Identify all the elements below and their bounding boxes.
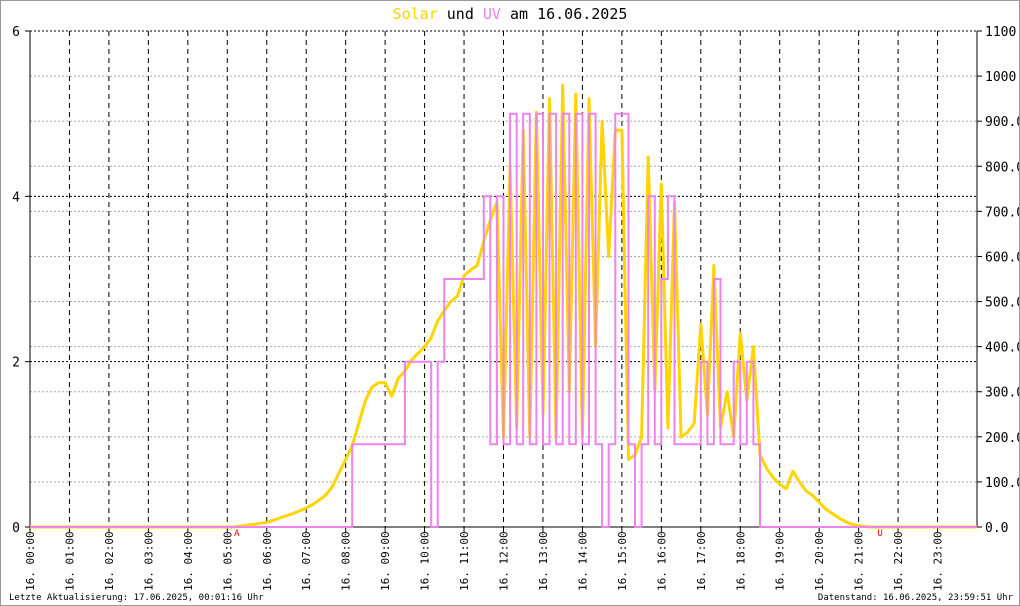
x-tick-label: 16. 19:00 (774, 531, 787, 591)
right-tick-label: 700.0 (985, 205, 1020, 220)
x-tick-label: 16. 03:00 (142, 531, 155, 591)
x-tick-label: 16. 20:00 (813, 531, 826, 591)
x-tick-label: 16. 17:00 (695, 531, 708, 591)
x-tick-label: 16. 00:00 (24, 531, 37, 591)
right-tick-label: 500.0 (985, 296, 1020, 311)
left-tick-label: 2 (12, 356, 20, 371)
last-update-text: Letzte Aktualisierung: 17.06.2025, 00:01… (9, 593, 264, 603)
x-tick-label: 16. 16:00 (655, 531, 668, 591)
chart-container: Solar und UV am 16.06.2025 0.0100.0200.0… (0, 0, 1020, 606)
x-tick-label: 16. 07:00 (300, 531, 313, 591)
x-tick-label: 16. 06:00 (261, 531, 274, 591)
left-tick-label: 6 (12, 25, 20, 40)
right-tick-label: 100.0 (985, 476, 1020, 491)
right-tick-label: 200.0 (985, 431, 1020, 446)
x-tick-label: 16. 22:00 (892, 531, 905, 591)
x-tick-label: 16. 04:00 (182, 531, 195, 591)
x-tick-label: 16. 12:00 (498, 531, 511, 591)
x-tick-label: 16. 23:00 (932, 531, 945, 591)
x-tick-label: 16. 10:00 (419, 531, 432, 591)
x-tick-label: 16. 02:00 (103, 531, 116, 591)
right-tick-label: 0.0 (985, 521, 1008, 536)
x-tick-label: 16. 15:00 (616, 531, 629, 591)
plot-area: 0.0 100.0 200.0 300.0 400.0 500.0 600.0 700.0 80… (12, 25, 1020, 591)
x-tick-label: 16. 18:00 (734, 531, 747, 591)
x-tick-label: 16. 01:00 (63, 531, 76, 591)
data-state-text: Datenstand: 16.06.2025, 23:59:51 Uhr (817, 593, 1013, 603)
x-tick-label: 16. 13:00 (537, 531, 550, 591)
x-tick-label: 16. 09:00 (379, 531, 392, 591)
right-tick-label: 600.0 (985, 250, 1020, 265)
right-tick-label: 300.0 (985, 386, 1020, 401)
x-tick-label: 16. 14:00 (576, 531, 589, 591)
x-tick-label: 16. 21:00 (853, 531, 866, 591)
sun-marker-u: U (877, 529, 882, 539)
sun-marker-a: A (234, 529, 240, 539)
left-tick-label: 0 (12, 521, 20, 536)
right-tick-label: 900.0 (985, 115, 1020, 130)
right-tick-label: 1000.0 (985, 70, 1020, 85)
right-tick-label: 1100 (985, 25, 1016, 40)
x-tick-label: 16. 05:00 (221, 531, 234, 591)
right-tick-label: 800.0 (985, 160, 1020, 175)
right-tick-label: 400.0 (985, 341, 1020, 356)
left-tick-label: 4 (12, 190, 20, 205)
x-tick-label: 16. 08:00 (340, 531, 353, 591)
x-tick-label: 16. 11:00 (458, 531, 471, 591)
